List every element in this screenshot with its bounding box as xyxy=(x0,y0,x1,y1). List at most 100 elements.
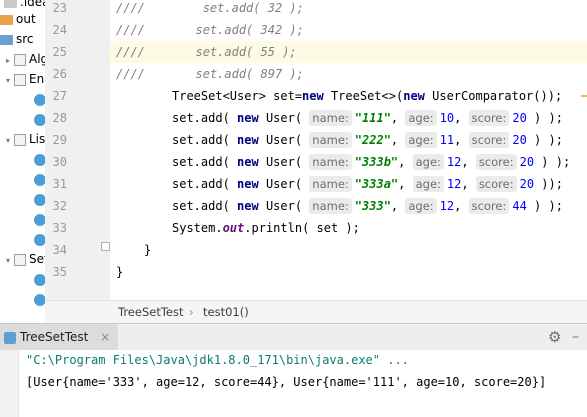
expand-arrow-icon[interactable]: ▸ xyxy=(6,51,14,71)
comment-call: set.add( xyxy=(195,23,261,37)
keyword: new xyxy=(403,89,425,103)
run-tab[interactable]: TreeSetTest × xyxy=(0,324,119,350)
number-literal: 12 xyxy=(439,199,455,213)
param-hint: name: xyxy=(309,176,352,192)
code-text: set.add( xyxy=(172,111,238,125)
param-hint: name: xyxy=(309,154,352,170)
code-line-current: //// set.add( 55 ); xyxy=(110,41,587,63)
param-hint: age: xyxy=(405,132,437,148)
line-number: 26 xyxy=(52,67,67,81)
line-number: 24 xyxy=(52,23,67,37)
line-number: 23 xyxy=(52,1,67,15)
close-tab-icon[interactable]: × xyxy=(100,330,110,344)
console-command-line: "C:\Program Files\Java\jdk1.8.0_171\bin\… xyxy=(26,353,409,367)
code-text: set.add( xyxy=(172,155,238,169)
gear-icon[interactable]: ⚙ xyxy=(548,327,561,347)
param-hint: score: xyxy=(468,110,510,126)
code-text: ) ); xyxy=(526,199,563,213)
comment-close: ); xyxy=(274,45,297,59)
code-text: User( xyxy=(258,133,310,147)
code-line: set.add( new User( name: "333", age: 12, s… xyxy=(172,198,563,214)
expand-arrow-icon[interactable]: ▾ xyxy=(6,251,14,271)
param-hint: name: xyxy=(309,110,352,126)
tree-item-lis[interactable]: ▾ Lis xyxy=(6,129,45,149)
breadcrumb-class[interactable]: TreeSetTest xyxy=(118,301,184,323)
param-hint: score: xyxy=(468,132,510,148)
breadcrumb-method[interactable]: test01() xyxy=(203,301,249,323)
package-icon xyxy=(14,253,26,266)
param-hint: name: xyxy=(309,198,352,214)
folder-icon xyxy=(0,14,13,25)
number-literal: 11 xyxy=(439,133,455,147)
string-literal: "333b" xyxy=(354,155,399,169)
code-text: )); xyxy=(534,177,563,191)
run-tab-label: TreeSetTest xyxy=(20,330,89,344)
keyword: new xyxy=(237,155,259,169)
code-line: set.add( new User( name: "333a", age: 12, … xyxy=(172,176,563,192)
code-text: TreeSet<>( xyxy=(323,89,404,103)
param-hint: score: xyxy=(475,154,517,170)
warning-marker[interactable] xyxy=(581,95,587,97)
keyword: new xyxy=(302,89,324,103)
comment-value: 32 xyxy=(267,1,283,15)
comment-close: ); xyxy=(282,1,304,15)
code-text: set.add( xyxy=(172,133,238,147)
line-number: 34 xyxy=(52,243,67,257)
code-line: } xyxy=(116,261,587,283)
comment-close: ); xyxy=(282,23,304,37)
tree-item-en[interactable]: ▾ En xyxy=(6,69,44,89)
keyword: new xyxy=(237,111,259,125)
tree-item-label: out xyxy=(16,12,36,26)
param-hint: name: xyxy=(309,132,352,148)
minimize-icon[interactable]: – xyxy=(572,327,579,347)
tree-item-label: Alg xyxy=(29,52,45,66)
fold-marker-icon[interactable] xyxy=(101,242,110,251)
code-line: set.add( new User( name: "222", age: 11, s… xyxy=(172,132,563,148)
number-literal: 10 xyxy=(439,111,455,125)
code-line: //// set.add( 32 ); xyxy=(116,0,587,19)
code-text: ) ); xyxy=(526,133,563,147)
comment-close: ); xyxy=(282,67,304,81)
tree-item-src[interactable]: src xyxy=(0,29,34,49)
breadcrumb: TreeSetTest › test01() xyxy=(45,300,587,323)
tree-item-out[interactable]: out xyxy=(0,9,36,29)
tree-item-label: .idea xyxy=(20,0,45,9)
code-text: User( xyxy=(258,155,310,169)
static-field: out xyxy=(222,221,245,235)
editor-gutter[interactable]: 23 24 25 26 27 28 29 30 31 32 33 34 35 xyxy=(45,0,111,300)
tree-item-label: Set xyxy=(29,252,45,266)
line-number: 32 xyxy=(52,199,67,213)
expand-arrow-icon[interactable]: ▾ xyxy=(6,131,14,151)
number-literal: 44 xyxy=(512,199,527,213)
line-number: 31 xyxy=(52,177,67,191)
folder-icon xyxy=(0,34,13,45)
code-text: User( xyxy=(258,111,310,125)
console-output[interactable]: "C:\Program Files\Java\jdk1.8.0_171\bin\… xyxy=(0,350,587,417)
closing-brace: } xyxy=(116,265,124,279)
code-text: System. xyxy=(172,221,223,235)
number-literal: 12 xyxy=(446,155,462,169)
string-literal: "333" xyxy=(354,199,391,213)
run-panel-header: TreeSetTest × ⚙ – xyxy=(0,323,587,351)
param-hint: age: xyxy=(405,198,437,214)
number-literal: 20 xyxy=(519,155,535,169)
tree-item-alg[interactable]: ▸ Alg xyxy=(6,49,45,71)
code-line: set.add( new User( name: "111", age: 10, s… xyxy=(172,110,563,126)
folder-icon xyxy=(4,0,17,8)
expand-arrow-icon[interactable]: ▾ xyxy=(6,71,14,91)
run-config-icon xyxy=(4,331,16,344)
number-literal: 20 xyxy=(512,111,527,125)
package-icon xyxy=(14,133,26,146)
code-line: //// set.add( 342 ); xyxy=(116,19,587,41)
code-editor[interactable]: //// set.add( 32 ); //// set.add( 342 );… xyxy=(110,0,587,300)
breadcrumb-separator-icon: › xyxy=(189,305,194,319)
console-toolbar xyxy=(0,350,19,417)
line-number: 27 xyxy=(52,89,67,103)
tree-item-set[interactable]: ▾ Set xyxy=(6,249,45,271)
code-text: set.add( xyxy=(172,177,238,191)
line-number: 33 xyxy=(52,221,67,235)
comment-prefix: //// xyxy=(116,23,145,37)
